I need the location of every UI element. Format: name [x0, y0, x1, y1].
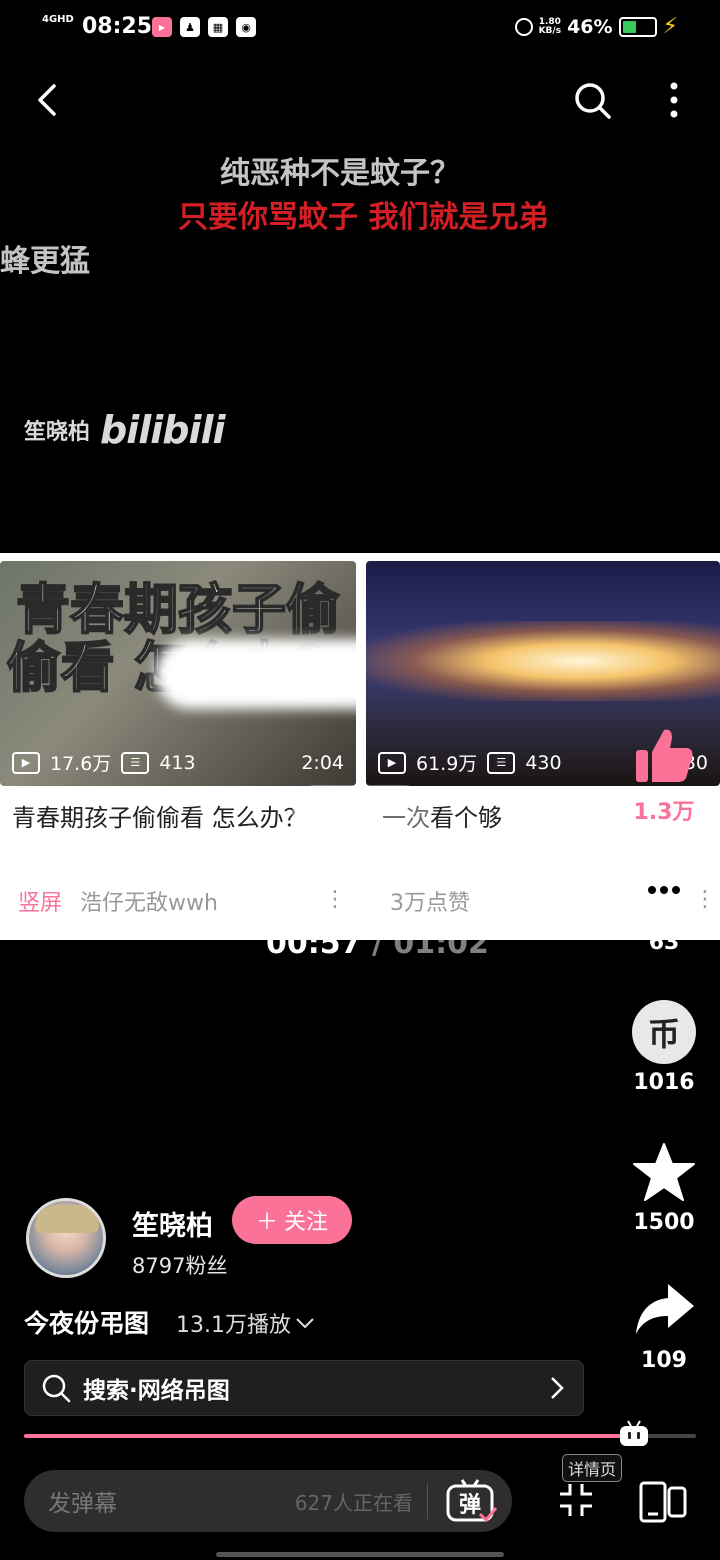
bilibili-logo: bilibili — [100, 408, 226, 452]
card-likes: 3万点赞 — [390, 891, 470, 916]
progress-bar[interactable] — [24, 1420, 696, 1446]
network-indicator: 4GHD — [42, 14, 74, 25]
more-vertical-icon: ⋮ — [324, 887, 346, 912]
coin-icon: 币 — [632, 1000, 696, 1064]
current-time: 00:57 — [266, 926, 362, 961]
chevron-right-icon — [551, 1377, 564, 1399]
play-count-label: 13.1万播放 — [176, 1313, 291, 1338]
share-button[interactable]: 109 — [624, 1278, 704, 1373]
alarm-icon — [514, 17, 533, 36]
like-count: 1.3万 — [633, 800, 695, 825]
net-speed-unit: KB/s — [538, 25, 562, 36]
qq-notif-icon: ♟ — [180, 17, 200, 37]
play-count: 17.6万 — [50, 753, 112, 775]
follow-label: 关注 — [284, 1210, 329, 1235]
avatar[interactable] — [26, 1198, 106, 1278]
favorite-count: 1500 — [633, 1210, 695, 1235]
comment-count: 63 — [648, 930, 680, 955]
chevron-left-icon[interactable] — [30, 80, 70, 120]
play-count: 61.9万 — [416, 753, 478, 775]
follow-button[interactable]: ＋ 关注 — [232, 1196, 352, 1244]
fan-count: 8797粉丝 — [132, 1254, 228, 1278]
chevron-down-icon — [296, 1318, 314, 1329]
play-pause-button[interactable] — [292, 785, 428, 873]
danmu-toggle-glyph: 弹 — [459, 1493, 481, 1518]
notification-icons: ▶ ♟ ▦ ◉ — [152, 17, 256, 37]
comment-button[interactable]: 63 — [624, 860, 704, 955]
search-suggestion[interactable]: 搜索·网络吊图 — [24, 1360, 584, 1416]
thumbnail-image — [366, 621, 720, 701]
danmu-count-icon: ☰ — [487, 751, 516, 774]
uploader-name[interactable]: 笙晓柏 — [132, 1204, 213, 1243]
more-vertical-icon[interactable] — [660, 80, 688, 120]
divider — [427, 1483, 428, 1519]
tv-seek-icon[interactable] — [619, 1420, 649, 1448]
danmu-placeholder: 发弹幕 — [48, 1491, 117, 1517]
net-speed: 1.80 KB/s — [538, 17, 562, 36]
search-icon — [42, 1374, 71, 1403]
status-bar: 4GHD 08:25 ▶ ♟ ▦ ◉ 1.80 KB/s 46% ⚡ — [0, 0, 720, 56]
video-thumbnail: 青春期孩子偷偷看 怎么办？ ▶ 17.6万 ☰ 413 2:04 — [0, 561, 356, 786]
thumbnail-stats: ▶ 17.6万 ☰ 413 2:04 — [12, 749, 344, 776]
charging-icon: ⚡ — [662, 14, 678, 39]
battery-level — [622, 20, 637, 33]
danmaku-comment: 只要你骂蚊子 我们就是兄弟 — [178, 200, 549, 235]
video-player[interactable]: 青春期孩子偷偷看 怎么办？ ▶ 17.6万 ☰ 413 2:04 ▶ 61.9万… — [0, 553, 720, 940]
detail-page-label[interactable]: 详情页 — [562, 1454, 623, 1482]
share-arrow-icon — [636, 1284, 694, 1334]
like-button[interactable]: 1.3万 — [624, 724, 704, 826]
coin-button[interactable]: 币 1016 — [624, 1000, 704, 1095]
battery-icon — [618, 16, 657, 37]
comment-bubble-icon — [634, 866, 694, 920]
play-count-icon: ▶ — [12, 751, 40, 774]
portrait-mode-icon[interactable] — [638, 1480, 688, 1524]
status-time: 08:25 — [82, 14, 153, 39]
playback-time: 00:57 / 01:02 — [266, 926, 489, 961]
watermark-name: 笙晓柏 — [24, 420, 91, 445]
avatar-image — [35, 1205, 99, 1233]
plus-icon: ＋ — [255, 1210, 278, 1235]
watching-count: 627人正在看 — [294, 1490, 413, 1515]
bilibili-notif-icon: ▶ — [152, 17, 172, 37]
search-suggestion-text: 搜索·网络吊图 — [83, 1378, 230, 1404]
time-separator: / — [361, 926, 394, 961]
browser-notif-icon: ◉ — [236, 17, 256, 37]
danmu-toggle-button[interactable]: 弹 — [446, 1478, 498, 1524]
card-author: 浩仔无敌wwh — [80, 891, 218, 916]
battery-percent: 46% — [567, 15, 613, 38]
danmaku-comment: 蜂更猛 — [0, 244, 90, 279]
thumbs-up-icon — [636, 729, 693, 782]
progress-fill — [24, 1434, 634, 1438]
app-notif-icon: ▦ — [208, 17, 228, 37]
redaction-blur — [155, 639, 356, 709]
card-meta: 3万点赞 — [390, 885, 470, 917]
danmu-count-icon: ☰ — [121, 751, 150, 774]
search-icon[interactable] — [572, 80, 612, 120]
card-tag: 竖屏 — [18, 891, 63, 916]
card-meta: 竖屏 浩仔无敌wwh — [18, 885, 218, 917]
duration: 2:04 — [301, 751, 344, 774]
play-count-icon: ▶ — [378, 751, 406, 774]
danmu-count: 430 — [525, 751, 562, 774]
share-count: 109 — [641, 1348, 687, 1373]
coin-glyph: 币 — [632, 1000, 696, 1064]
home-indicator — [216, 1552, 504, 1557]
danmaku-comment: 纯恶种不是蚊子？ — [220, 156, 460, 191]
status-right: 1.80 KB/s 46% ⚡ — [514, 14, 678, 39]
shrink-icon[interactable] — [556, 1480, 596, 1520]
play-icon — [347, 807, 381, 851]
danmu-toggle-icon: 弹 — [446, 1479, 498, 1523]
favorite-button[interactable]: 1500 — [624, 1140, 704, 1235]
video-plays[interactable]: 13.1万播放 — [176, 1307, 315, 1339]
video-watermark: 笙晓柏 bilibili — [24, 408, 226, 452]
total-time: 01:02 — [393, 926, 489, 961]
danmu-input[interactable]: 发弹幕 627人正在看 弹 — [24, 1470, 512, 1532]
video-title: 今夜份弔图 — [24, 1309, 150, 1338]
coin-count: 1016 — [633, 1070, 695, 1095]
star-icon — [633, 1143, 695, 1201]
danmu-count: 413 — [159, 751, 196, 774]
